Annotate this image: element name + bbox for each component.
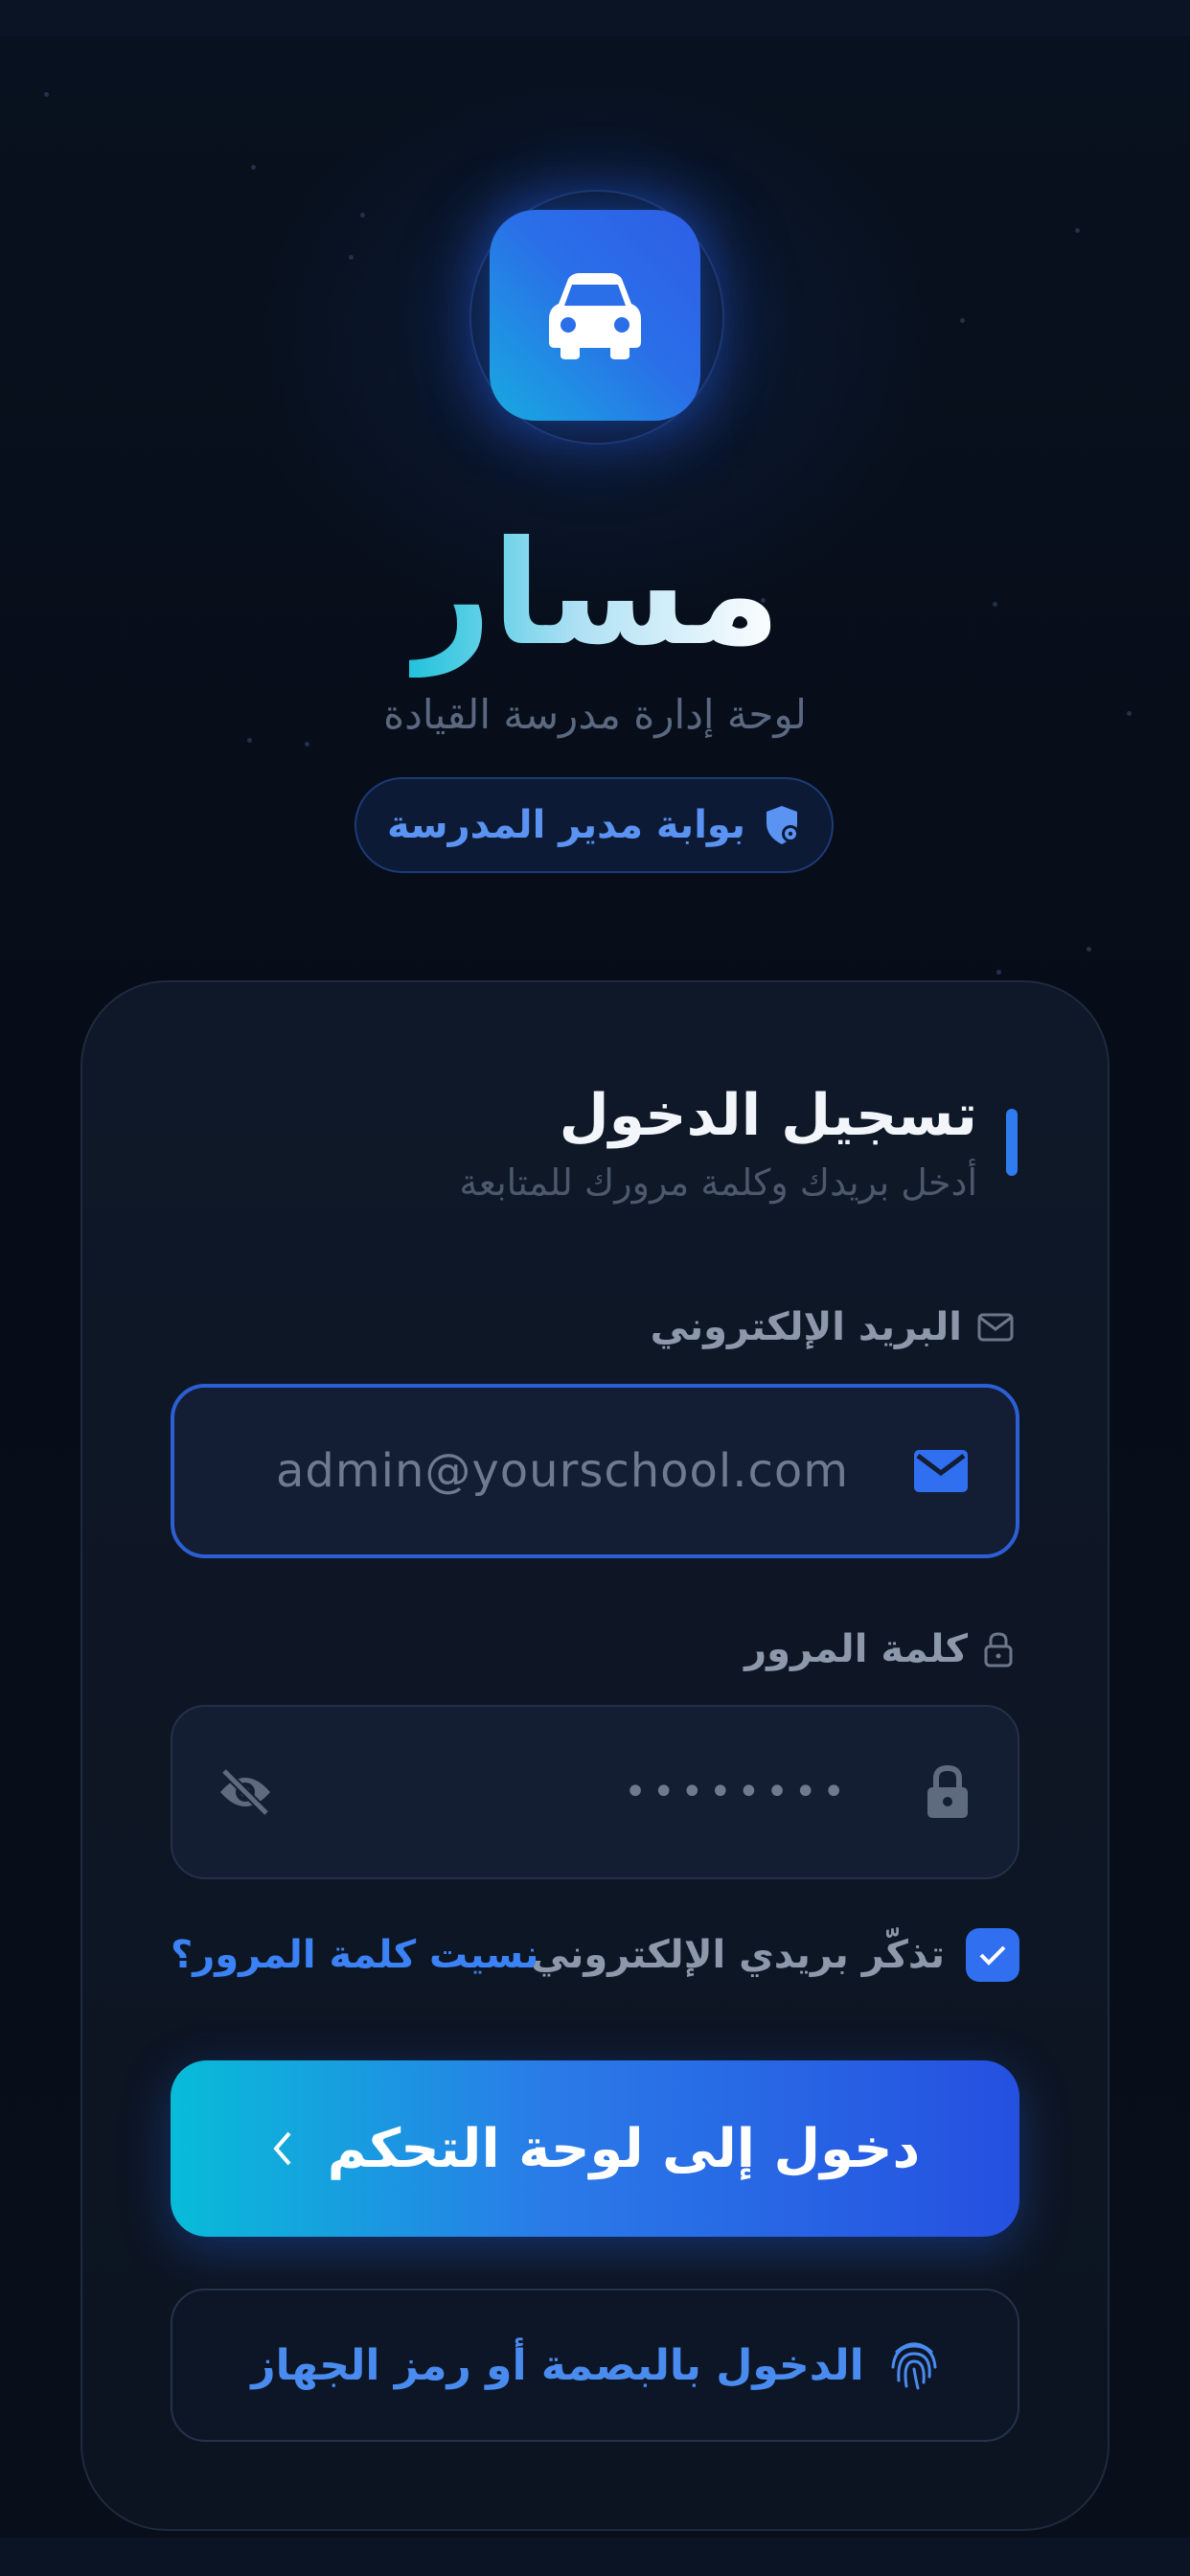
remember-checkbox[interactable]: [966, 1928, 1019, 1982]
login-button-label: دخول إلى لوحة التحكم: [327, 2117, 921, 2180]
background-dot: [349, 255, 354, 260]
biometric-login-label: الدخول بالبصمة أو رمز الجهاز: [251, 2340, 864, 2390]
password-label: كلمة المرور: [744, 1624, 1014, 1674]
chevron-left-icon: [273, 2131, 291, 2166]
app-tagline: لوحة إدارة مدرسة القيادة: [383, 691, 807, 738]
forgot-password-link[interactable]: نسيت كلمة المرور؟: [171, 1928, 538, 1982]
background-dot: [360, 213, 365, 218]
background-dot: [251, 165, 256, 170]
lock-icon: [927, 1764, 968, 1818]
background-dot: [1087, 947, 1091, 952]
background-dot: [44, 92, 49, 97]
home-indicator-bar: [0, 2538, 1190, 2576]
login-title: تسجيل الدخول: [559, 1082, 977, 1149]
portal-badge-label: بوابة مدير المدرسة: [387, 803, 745, 847]
password-value: ••••••••: [624, 1770, 851, 1814]
app-logo: [490, 210, 700, 421]
email-label-text: البريد الإلكتروني: [650, 1305, 962, 1349]
check-icon: [979, 1945, 1006, 1966]
background-dot: [305, 742, 309, 747]
login-subtitle: أدخل بريدك وكلمة مرورك للمتابعة: [459, 1162, 977, 1204]
background-dot: [1075, 228, 1080, 233]
car-icon: [549, 273, 641, 359]
password-input[interactable]: ••••••••: [171, 1705, 1019, 1879]
fingerprint-icon: [891, 2342, 937, 2390]
remember-email-toggle[interactable]: تذكّر بريدي الإلكتروني: [531, 1928, 1019, 1982]
eye-off-icon[interactable]: [217, 1767, 274, 1817]
app-name: مسار: [408, 511, 782, 678]
email-input[interactable]: admin@yourschool.com: [171, 1384, 1019, 1558]
title-accent-bar: [1006, 1109, 1018, 1176]
background-dot: [996, 970, 1001, 975]
lock-icon: [984, 1632, 1013, 1668]
email-label: البريد الإلكتروني: [651, 1302, 1014, 1352]
remember-label: تذكّر بريدي الإلكتروني: [530, 1933, 945, 1977]
mail-icon: [977, 1313, 1014, 1342]
email-placeholder: admin@yourschool.com: [276, 1444, 849, 1498]
background-dot: [960, 318, 965, 323]
status-bar: [0, 0, 1190, 36]
login-button[interactable]: دخول إلى لوحة التحكم: [171, 2060, 1019, 2237]
mail-icon: [914, 1450, 968, 1492]
portal-badge: بوابة مدير المدرسة: [355, 777, 834, 873]
biometric-login-button[interactable]: الدخول بالبصمة أو رمز الجهاز: [171, 2288, 1019, 2442]
shield-icon: [767, 806, 799, 844]
password-label-text: كلمة المرور: [744, 1627, 968, 1671]
